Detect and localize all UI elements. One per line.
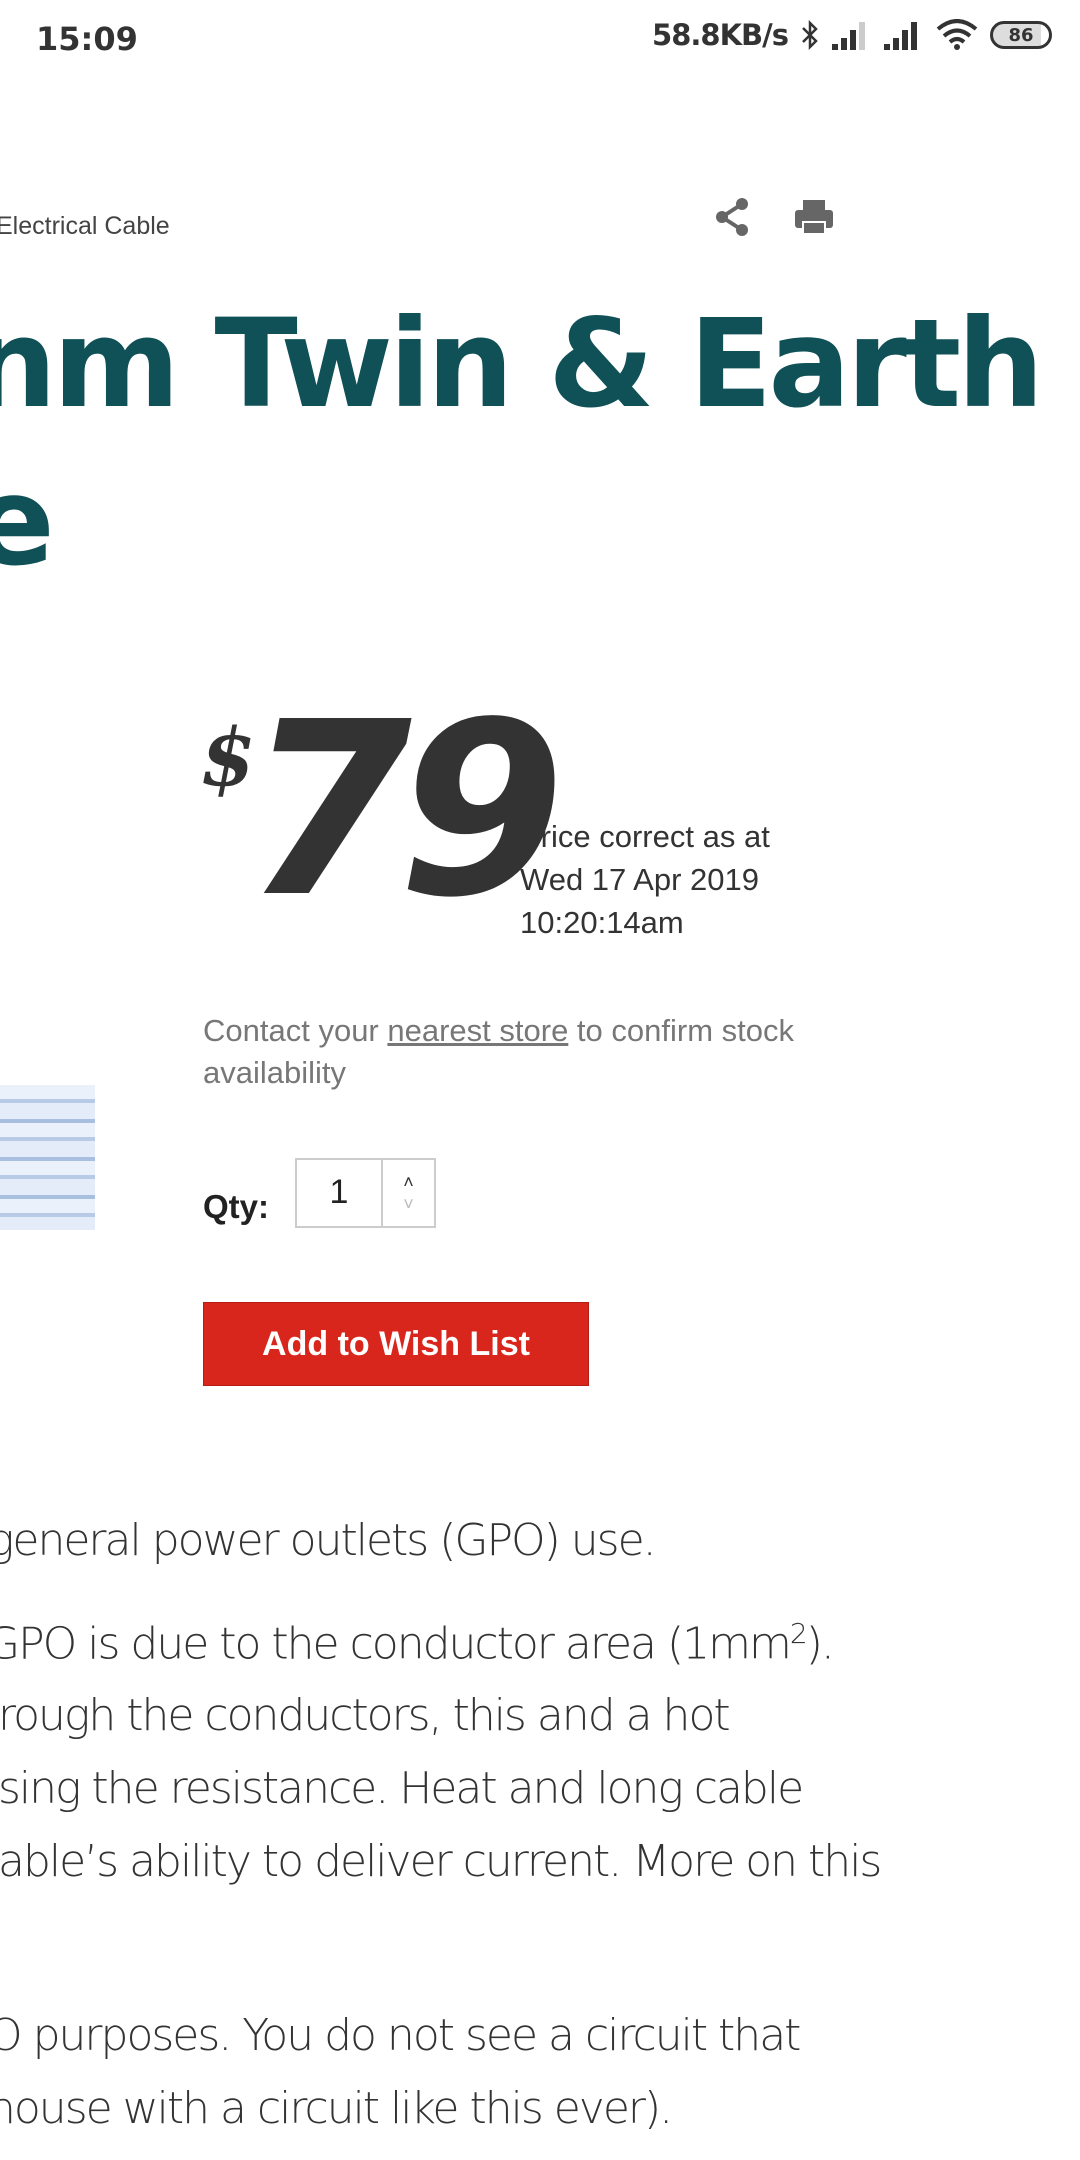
- article-text: ).: [805, 1618, 835, 1670]
- net-speed: 58.8KB/s: [652, 18, 789, 52]
- superscript: 2: [789, 1617, 808, 1650]
- price-value: 79: [245, 670, 565, 950]
- bluetooth-icon: [802, 19, 818, 51]
- article-line: rough the conductors, this and a hot: [0, 1690, 731, 1741]
- article-line: general power outlets (GPO) use.: [0, 1515, 657, 1566]
- article-text: GPO is due to the conductor area (1mm: [0, 1618, 792, 1670]
- price-note-line: Price correct as at: [520, 819, 770, 854]
- breadcrumb-current[interactable]: Electrical Cable: [0, 212, 170, 241]
- nearest-store-link[interactable]: nearest store: [387, 1013, 568, 1048]
- article-line: able’s ability to deliver current. More …: [0, 1836, 882, 1887]
- price-note-line: 10:20:14am: [520, 905, 684, 940]
- quantity-input[interactable]: 1: [297, 1160, 383, 1226]
- article-line: O purposes. You do not see a circuit tha…: [0, 2010, 801, 2061]
- signal-icon: [884, 22, 917, 50]
- battery-level: 86: [1008, 24, 1034, 46]
- article-line: GPO is due to the conductor area (1mm2).: [0, 1617, 835, 1670]
- add-to-wish-list-button[interactable]: Add to Wish List: [203, 1302, 589, 1386]
- price-note: Price correct as at Wed 17 Apr 2019 10:2…: [520, 815, 770, 944]
- product-image[interactable]: [0, 1085, 95, 1230]
- product-title-line1: nm Twin & Earth: [0, 293, 1044, 435]
- article-line: house with a circuit like this ever).: [0, 2083, 673, 2134]
- article-line: sing the resistance. Heat and long cable: [0, 1763, 804, 1814]
- status-icons: 58.8KB/s 86: [652, 18, 1052, 52]
- decrement-icon[interactable]: ˅: [403, 1193, 414, 1215]
- stock-contact-text: Contact your nearest store to confirm st…: [203, 1010, 823, 1094]
- wifi-icon: [936, 19, 978, 50]
- product-title-line2: e: [0, 451, 55, 593]
- status-bar: 15:09 58.8KB/s 86: [0, 0, 1080, 80]
- quantity-stepper[interactable]: 1 ˄ ˅: [295, 1158, 436, 1228]
- qty-label: Qty:: [203, 1188, 269, 1225]
- increment-icon[interactable]: ˄: [403, 1171, 414, 1193]
- share-icon[interactable]: [712, 196, 754, 238]
- status-time: 15:09: [36, 20, 138, 58]
- battery-icon: 86: [990, 21, 1052, 49]
- contact-text: Contact your: [203, 1013, 388, 1048]
- signal-icon: [832, 22, 865, 50]
- print-icon[interactable]: [793, 198, 835, 238]
- price-note-line: Wed 17 Apr 2019: [520, 862, 759, 897]
